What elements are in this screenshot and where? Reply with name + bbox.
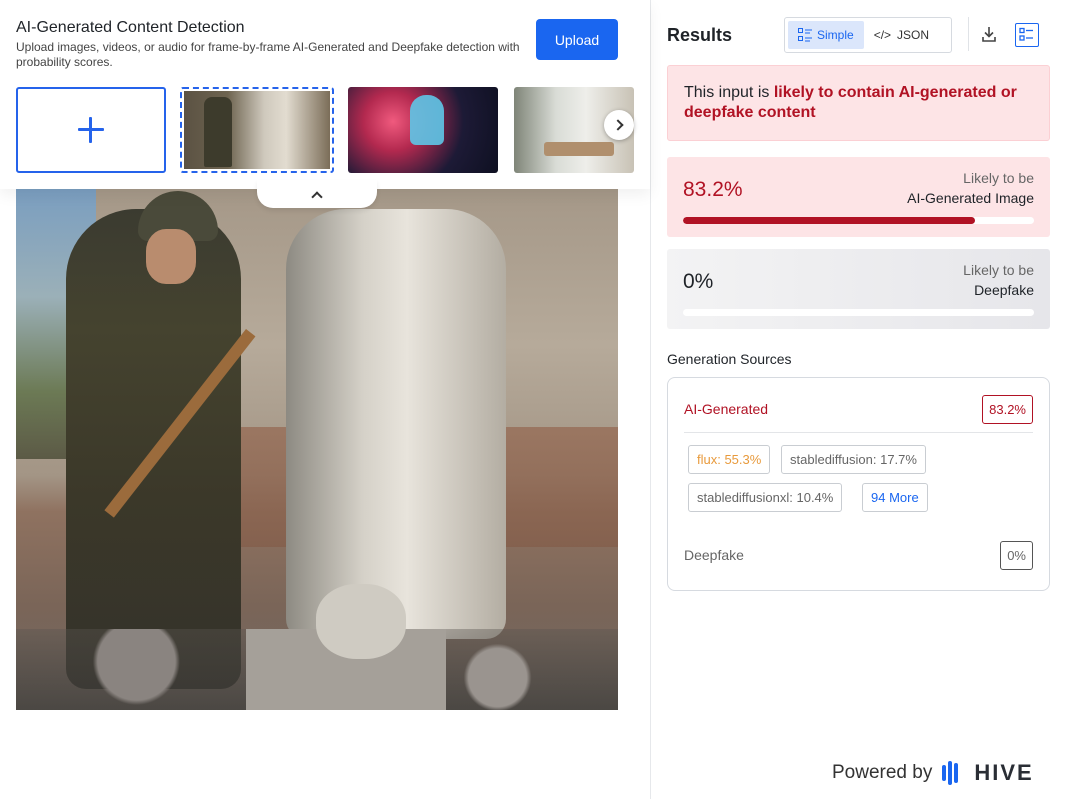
json-view-label: JSON (897, 28, 930, 42)
next-thumbnails-button[interactable] (604, 110, 634, 140)
download-button[interactable] (977, 22, 1001, 48)
deepfake-score-caption-bottom: Deepfake (974, 282, 1034, 298)
generation-sources-title: Generation Sources (667, 351, 792, 367)
ai-score-bar-fill (683, 217, 976, 224)
hive-brand-name: HIVE (974, 760, 1034, 785)
page-subtitle: Upload images, videos, or audio for fram… (16, 40, 520, 69)
hive-logo-icon (942, 761, 966, 785)
image-face-region (146, 229, 196, 284)
toolbar-divider (968, 17, 969, 51)
list-icon (798, 28, 812, 42)
thumbnail-item[interactable] (348, 87, 498, 173)
results-panel: Results Simple </> JSON This input is li… (651, 0, 1071, 799)
ai-score-value: 83.2% (683, 178, 743, 201)
simple-view-tab[interactable]: Simple (788, 21, 864, 49)
more-sources-button[interactable]: 94 More (862, 483, 928, 512)
source-chip-stablediffusion: stablediffusion: 17.7% (781, 445, 926, 474)
thumbnail-strip (16, 87, 634, 174)
list-detail-icon (1019, 27, 1033, 41)
upload-button[interactable]: Upload (536, 19, 618, 60)
ai-score-caption-top: Likely to be (963, 170, 1034, 186)
generation-divider (684, 432, 1033, 433)
deepfake-score-caption-top: Likely to be (963, 262, 1034, 278)
thumbnail-selected[interactable] (180, 87, 334, 173)
thumbnail-image (184, 91, 330, 169)
page-title: AI-Generated Content Detection (16, 19, 245, 36)
download-icon (982, 27, 996, 42)
generation-sources-card: AI-Generated 83.2% flux: 55.3% stabledif… (667, 377, 1050, 591)
powered-by-text: Powered by (832, 762, 933, 783)
deepfake-score-card: 0% Likely to be Deepfake (667, 249, 1050, 329)
powered-by-footer: Powered by HIVE (832, 759, 1034, 787)
add-media-button[interactable] (16, 87, 166, 173)
deepfake-badge: 0% (1000, 541, 1033, 570)
plus-icon (78, 117, 104, 143)
image-statue-region (286, 209, 506, 639)
verdict-banner: This input is likely to contain AI-gener… (667, 65, 1050, 141)
json-view-tab[interactable]: </> JSON (864, 21, 939, 49)
ai-score-bar-track (683, 217, 1034, 224)
verdict-prefix: This input is (684, 84, 774, 101)
view-toggle: Simple </> JSON (784, 17, 952, 53)
results-title: Results (667, 25, 733, 45)
deepfake-label: Deepfake (684, 547, 744, 563)
ai-generated-badge: 83.2% (982, 395, 1033, 424)
detailed-view-button[interactable] (1015, 23, 1039, 47)
deepfake-score-value: 0% (683, 270, 714, 293)
source-chip-stablediffusionxl: stablediffusionxl: 10.4% (688, 483, 843, 512)
code-icon: </> (873, 28, 892, 42)
upload-header: AI-Generated Content Detection Upload im… (0, 0, 650, 189)
ai-score-caption-bottom: AI-Generated Image (907, 190, 1034, 206)
left-panel: AI-Generated Content Detection Upload im… (0, 0, 651, 799)
chevron-up-icon (311, 190, 323, 203)
simple-view-label: Simple (817, 28, 854, 42)
analyzed-image (16, 189, 618, 710)
image-head-region (316, 584, 406, 659)
chevron-right-icon (611, 119, 624, 131)
ai-generated-score-card: 83.2% Likely to be AI-Generated Image (667, 157, 1050, 237)
collapse-thumbnails-button[interactable] (257, 180, 377, 208)
source-chip-flux: flux: 55.3% (688, 445, 771, 474)
deepfake-score-bar-track (683, 309, 1034, 316)
ai-generated-label: AI-Generated (684, 401, 769, 417)
